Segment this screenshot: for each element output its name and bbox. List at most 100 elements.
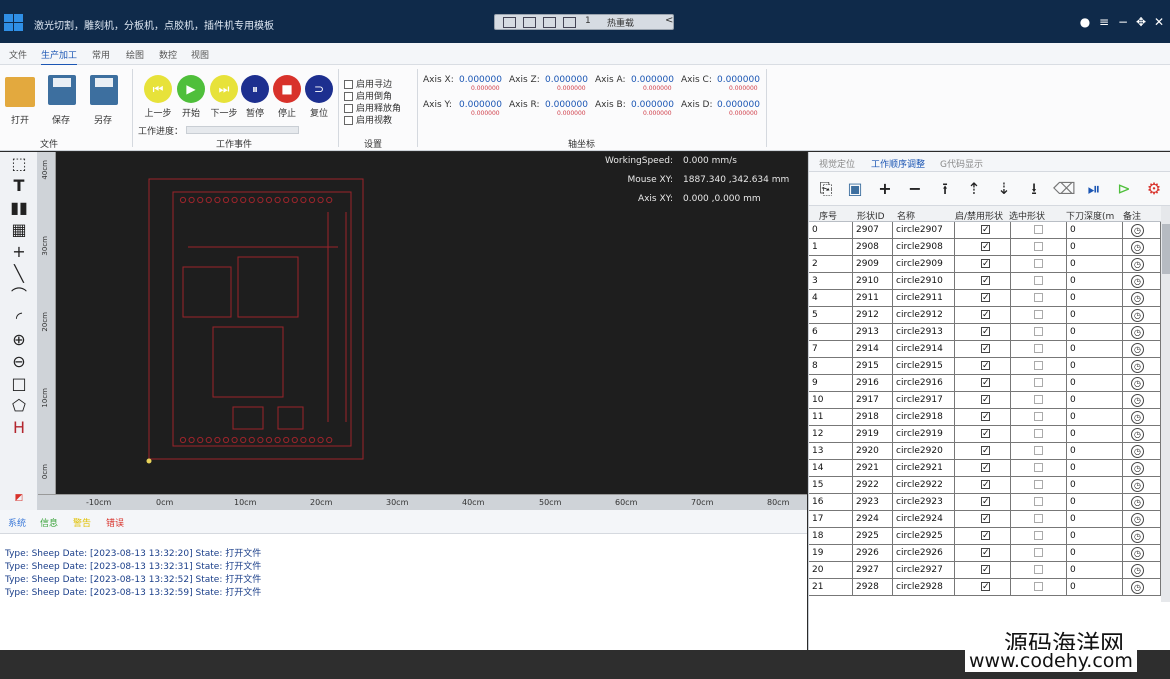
minimize-icon[interactable]: − [1116,15,1130,29]
clock-icon[interactable]: ◷ [1131,343,1144,356]
line-icon[interactable]: ╲ [8,264,30,284]
arc-icon[interactable]: ◜ [8,308,30,328]
select-checkbox[interactable] [1034,344,1043,353]
col-index[interactable]: 序号 [819,209,837,222]
table-row[interactable]: 12 2919 circle2919 0 ✓ ◷ [809,426,1161,443]
table-row[interactable]: 11 2918 circle2918 0 ✓ ◷ [809,409,1161,426]
dimension-icon[interactable]: H [8,418,30,438]
clock-icon[interactable]: ◷ [1131,411,1144,424]
table-row[interactable]: 8 2915 circle2915 0 ✓ ◷ [809,358,1161,375]
rectangle-icon[interactable]: □ [8,374,30,394]
enable-checkbox[interactable]: ✓ [981,344,990,354]
option-teaching[interactable]: 启用视教 [344,113,392,126]
tab-vision[interactable]: 视觉定位 [819,157,855,170]
menu-common[interactable]: 常用 [92,48,110,61]
table-row[interactable]: 10 2917 circle2917 0 ✓ ◷ [809,392,1161,409]
move-up-icon[interactable]: ⇡ [963,178,985,200]
select-checkbox[interactable] [1034,259,1043,268]
menu-view[interactable]: 视图 [191,48,209,61]
start-button[interactable]: ▶ 开始 [176,75,206,119]
ellipse-icon[interactable]: ⊖ [8,352,30,372]
select-checkbox[interactable] [1034,310,1043,319]
select-checkbox[interactable] [1034,242,1043,251]
enable-checkbox[interactable]: ✓ [981,514,990,524]
checkbox[interactable] [344,92,353,101]
save-icon[interactable]: ▣ [844,178,866,200]
menu-file[interactable]: 文件 [9,48,27,61]
clock-icon[interactable]: ◷ [1131,530,1144,543]
menu-cnc[interactable]: 数控 [159,48,177,61]
option-chamfer[interactable]: 启用倒角 [344,89,392,102]
select-checkbox[interactable] [1034,548,1043,557]
enable-checkbox[interactable]: ✓ [981,548,990,558]
transform-icon[interactable] [563,17,576,28]
point-icon[interactable]: + [8,242,30,262]
enable-checkbox[interactable]: ✓ [981,582,990,592]
reset-button[interactable]: ⊃ 复位 [304,75,334,119]
clock-icon[interactable]: ◷ [1131,547,1144,560]
text-icon[interactable]: T [8,176,30,196]
menu-icon[interactable]: ≡ [1097,15,1111,29]
clock-icon[interactable]: ◷ [1131,326,1144,339]
polyline-icon[interactable]: ⌒ [8,286,30,306]
clock-icon[interactable]: ◷ [1131,496,1144,509]
col-shape-id[interactable]: 形状ID [857,209,885,222]
table-row[interactable]: 20 2927 circle2927 0 ✓ ◷ [809,562,1161,579]
table-row[interactable]: 13 2920 circle2920 0 ✓ ◷ [809,443,1161,460]
clock-icon[interactable]: ◷ [1131,275,1144,288]
collapse-icon[interactable]: < [665,15,673,26]
table-row[interactable]: 4 2911 circle2911 0 ✓ ◷ [809,290,1161,307]
clock-icon[interactable]: ◷ [1131,564,1144,577]
checkbox[interactable] [344,80,353,89]
fit-icon[interactable] [543,17,556,28]
drawing-canvas[interactable]: 40cm 30cm 20cm 10cm 0cm WorkingSpeed: 0.0… [38,152,807,494]
col-enabled[interactable]: 启/禁用形状 [955,209,1003,222]
enable-checkbox[interactable]: ✓ [981,242,990,252]
table-row[interactable]: 9 2916 circle2916 0 ✓ ◷ [809,375,1161,392]
checkbox[interactable] [344,104,353,113]
clock-icon[interactable]: ◷ [1131,258,1144,271]
clock-icon[interactable]: ◷ [1131,309,1144,322]
scroll-thumb[interactable] [1162,224,1170,274]
theme-icon[interactable]: ● [1078,15,1092,29]
table-scrollbar[interactable] [1161,206,1170,602]
select-checkbox[interactable] [1034,378,1043,387]
enable-checkbox[interactable]: ✓ [981,276,990,286]
open-button[interactable]: 打开 [3,73,37,126]
col-selected[interactable]: 选中形状 [1009,209,1045,222]
table-row[interactable]: 21 2928 circle2928 0 ✓ ◷ [809,579,1161,596]
log-tab-warning[interactable]: 警告 [73,516,91,529]
clock-icon[interactable]: ◷ [1131,292,1144,305]
clock-icon[interactable]: ◷ [1131,428,1144,441]
hot-reload-toggle[interactable]: 热重载 [607,16,634,29]
select-checkbox[interactable] [1034,395,1043,404]
minus-icon[interactable]: − [904,178,926,200]
table-row[interactable]: 5 2912 circle2912 0 ✓ ◷ [809,307,1161,324]
clock-icon[interactable]: ◷ [1131,394,1144,407]
table-row[interactable]: 7 2914 circle2914 0 ✓ ◷ [809,341,1161,358]
enable-checkbox[interactable]: ✓ [981,429,990,439]
table-row[interactable]: 1 2908 circle2908 0 ✓ ◷ [809,239,1161,256]
table-row[interactable]: 2 2909 circle2909 0 ✓ ◷ [809,256,1161,273]
enable-checkbox[interactable]: ✓ [981,225,990,235]
enable-checkbox[interactable]: ✓ [981,327,990,337]
table-row[interactable]: 3 2910 circle2910 0 ✓ ◷ [809,273,1161,290]
select-checkbox[interactable] [1034,276,1043,285]
enable-checkbox[interactable]: ✓ [981,293,990,303]
circle-icon[interactable]: ⊕ [8,330,30,350]
maximize-icon[interactable]: ✥ [1134,15,1148,29]
select-checkbox[interactable] [1034,412,1043,421]
table-row[interactable]: 15 2922 circle2922 0 ✓ ◷ [809,477,1161,494]
enable-checkbox[interactable]: ✓ [981,259,990,269]
table-row[interactable]: 18 2925 circle2925 0 ✓ ◷ [809,528,1161,545]
settings-icon[interactable]: ⚙ [1143,178,1165,200]
col-depth[interactable]: 下刀深度(m [1066,209,1114,222]
clock-icon[interactable]: ◷ [1131,241,1144,254]
clock-icon[interactable]: ◷ [1131,479,1144,492]
barcode-icon[interactable]: ▮▮ [8,198,30,218]
enable-checkbox[interactable]: ✓ [981,531,990,541]
enable-checkbox[interactable]: ✓ [981,463,990,473]
step-icon[interactable]: ⏯ [1083,178,1105,200]
new-icon[interactable]: ⎘ [815,178,837,200]
select-checkbox[interactable] [1034,582,1043,591]
